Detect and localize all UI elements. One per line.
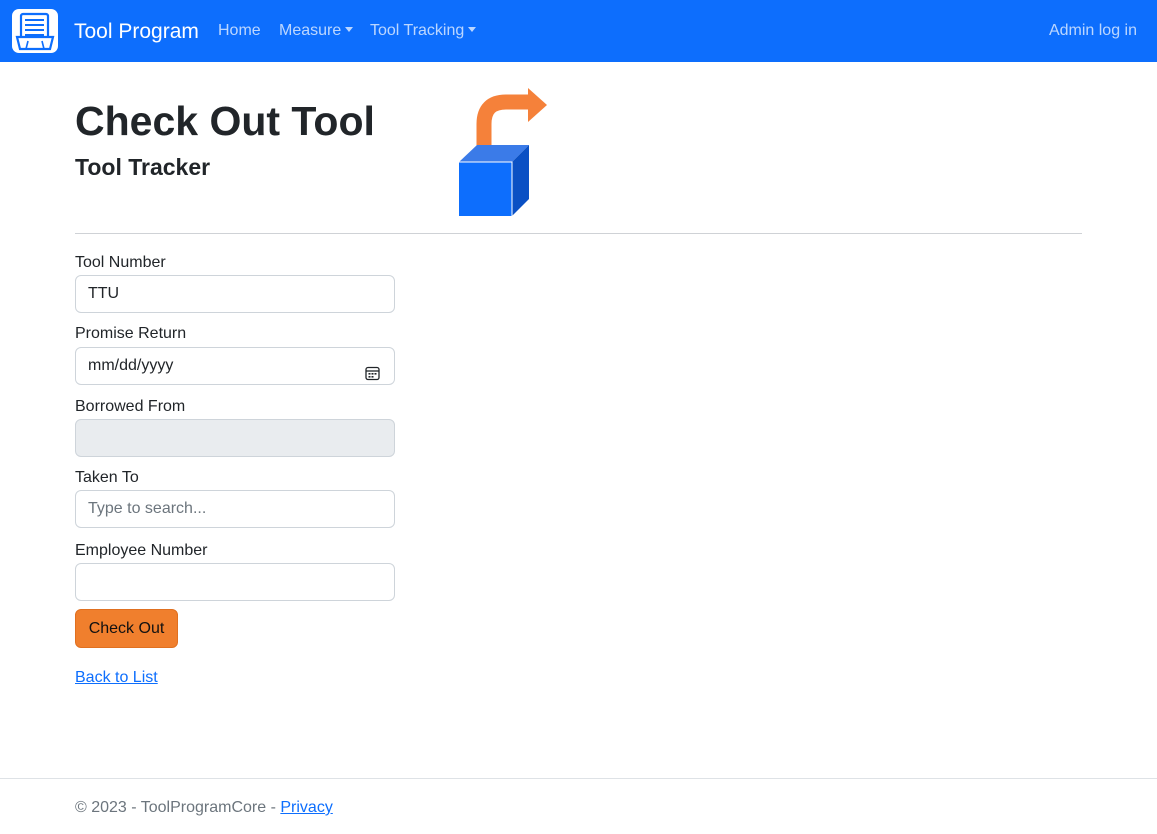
taken-to-label: Taken To: [75, 469, 139, 486]
top-navbar: Tool Program Home Measure Tool Tracking …: [0, 0, 1157, 62]
footer-divider: [0, 778, 1157, 779]
back-to-list-link[interactable]: Back to List: [75, 668, 158, 688]
app-logo-icon[interactable]: [12, 9, 58, 53]
employee-number-input[interactable]: [75, 563, 395, 601]
calendar-icon[interactable]: [365, 359, 380, 395]
employee-number-label: Employee Number: [75, 542, 208, 559]
nav-tool-tracking-label: Tool Tracking: [370, 22, 465, 39]
header-divider: [75, 233, 1082, 234]
taken-to-placeholder: Type to search...: [88, 500, 207, 517]
page-subtitle: Tool Tracker: [75, 154, 211, 180]
nav-home-link[interactable]: Home: [218, 21, 261, 41]
check-out-button[interactable]: Check Out: [75, 609, 178, 648]
footer-copyright: © 2023 - ToolProgramCore -: [75, 799, 281, 816]
promise-return-label: Promise Return: [75, 325, 187, 342]
admin-login-link[interactable]: Admin log in: [1049, 21, 1137, 41]
nav-measure-label: Measure: [279, 22, 342, 39]
taken-to-search-input[interactable]: Type to search...: [75, 490, 395, 528]
tool-number-value: TTU: [88, 285, 120, 302]
nav-tool-tracking-dropdown[interactable]: Tool Tracking: [370, 21, 477, 41]
borrowed-from-label: Borrowed From: [75, 398, 186, 415]
tool-number-label: Tool Number: [75, 254, 166, 271]
caret-down-icon: [345, 26, 354, 32]
promise-return-date-input[interactable]: mm/dd/yyyy: [75, 347, 395, 385]
tool-number-input[interactable]: TTU: [75, 275, 395, 313]
box-with-arrow-out-icon: [452, 86, 552, 225]
privacy-link[interactable]: Privacy: [280, 799, 332, 816]
caret-down-icon: [468, 26, 477, 32]
borrowed-from-input: [75, 419, 395, 457]
nav-measure-dropdown[interactable]: Measure: [279, 21, 354, 41]
footer: © 2023 - ToolProgramCore - Privacy: [75, 798, 333, 818]
page-title: Check Out Tool: [75, 98, 375, 144]
date-placeholder: mm/dd/yyyy: [88, 357, 174, 374]
brand-name[interactable]: Tool Program: [74, 19, 199, 45]
